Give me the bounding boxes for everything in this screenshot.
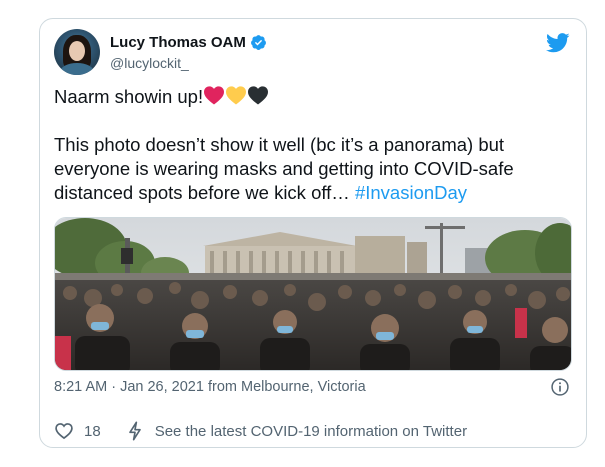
tweet-photo[interactable]: [54, 217, 572, 371]
covid-info-text: See the latest COVID-19 information on T…: [154, 422, 468, 440]
black-heart-icon: [248, 86, 269, 105]
tweet-timestamp[interactable]: 8:21 AM · Jan 26, 2021 from Melbourne, V…: [54, 379, 366, 395]
heart-emojis: [203, 86, 269, 107]
red-heart-icon: [204, 86, 225, 105]
tweet-first-line-text: Naarm showin up!: [54, 86, 204, 107]
crowd-panorama-image: [55, 218, 571, 370]
verified-badge-icon: [250, 35, 266, 50]
heart-outline-icon: [55, 423, 73, 440]
author-handle[interactable]: @lucylockit_: [110, 55, 189, 71]
tweet-first-line: Naarm showin up!: [54, 85, 574, 109]
tweet-card[interactable]: Lucy Thomas OAM @lucylockit_ Naarm showi…: [39, 18, 587, 448]
like-button[interactable]: 18: [54, 421, 101, 441]
like-count: 18: [84, 422, 101, 440]
avatar-shirt: [60, 63, 94, 75]
yellow-heart-icon: [226, 86, 247, 105]
info-icon[interactable]: [550, 377, 570, 397]
lightning-bolt-icon: [128, 421, 141, 441]
covid-info-link[interactable]: See the latest COVID-19 information on T…: [127, 421, 467, 441]
tweet-text: Naarm showin up! This photo doesn’t show…: [54, 85, 574, 205]
avatar[interactable]: [54, 29, 100, 75]
hashtag-link[interactable]: #InvasionDay: [355, 182, 467, 203]
author-name[interactable]: Lucy Thomas OAM: [110, 34, 267, 51]
tweet-body: This photo doesn’t show it well (bc it’s…: [54, 133, 574, 205]
avatar-face: [69, 41, 85, 61]
twitter-bird-icon[interactable]: [546, 33, 570, 53]
author-name-text[interactable]: Lucy Thomas OAM: [110, 34, 246, 51]
tweet-actions: 18 See the latest COVID-19 information o…: [54, 421, 467, 441]
